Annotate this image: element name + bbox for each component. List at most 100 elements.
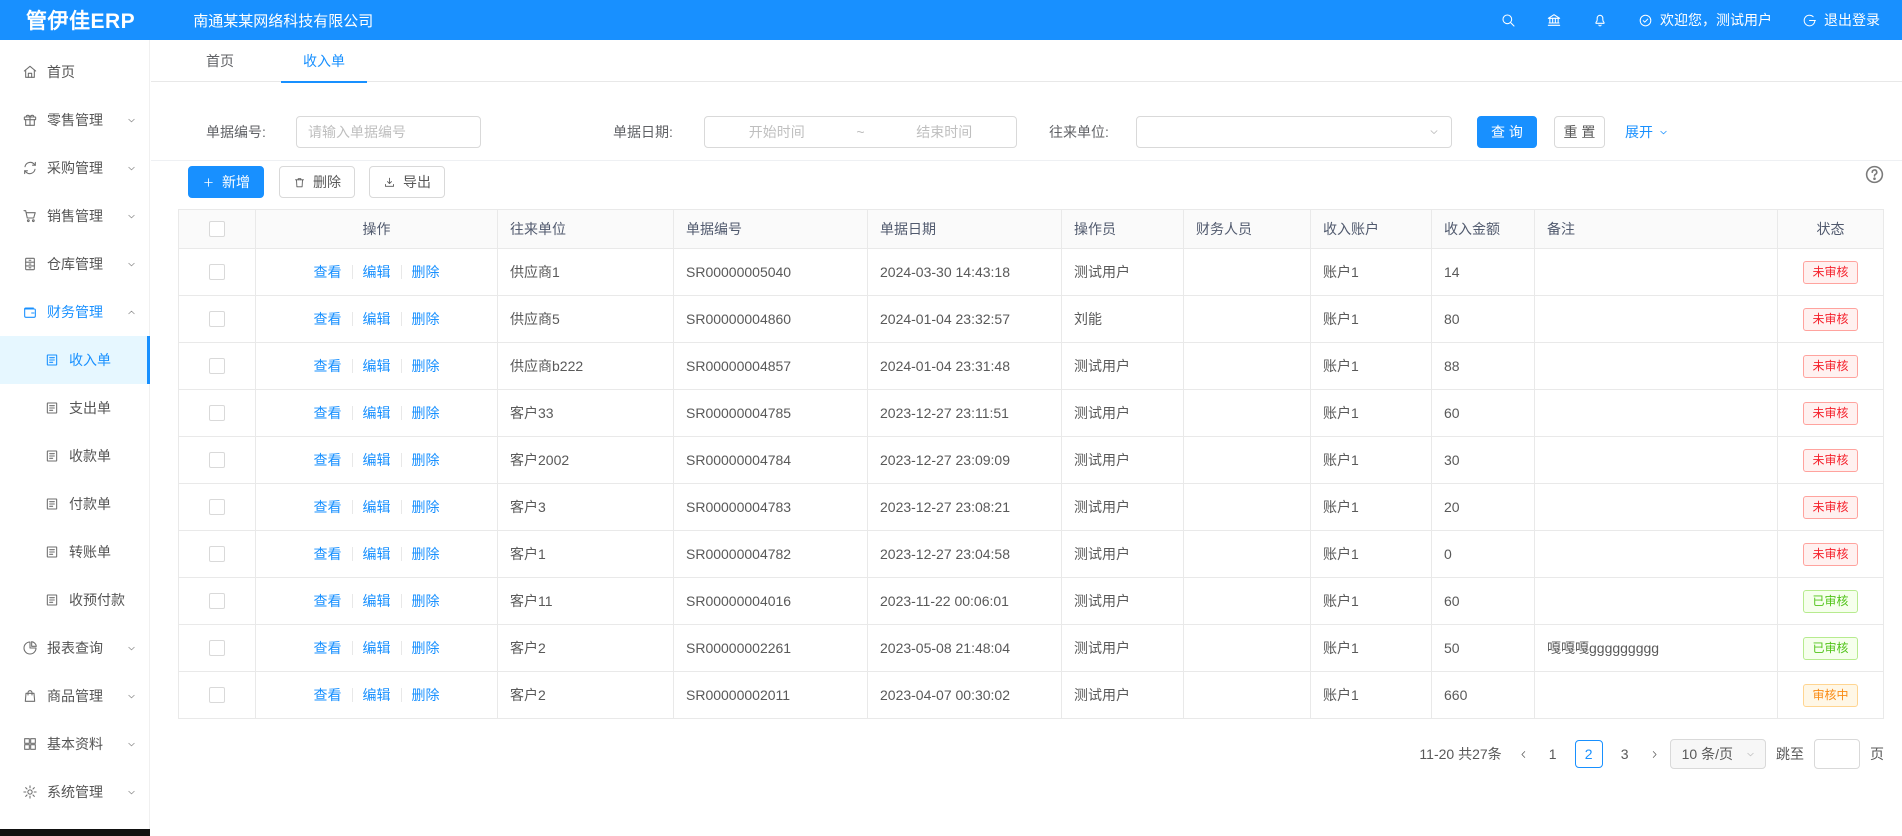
row-action-删除[interactable]: 删除: [412, 544, 440, 564]
row-action-查看[interactable]: 查看: [314, 591, 342, 611]
row-action-删除[interactable]: 删除: [412, 685, 440, 705]
row-action-查看[interactable]: 查看: [314, 544, 342, 564]
row-checkbox[interactable]: [209, 405, 225, 421]
sidebar-item-转账单[interactable]: 转账单: [0, 528, 149, 576]
row-action-编辑[interactable]: 编辑: [363, 309, 391, 329]
action-divider: [352, 453, 353, 467]
logout-button[interactable]: 退出登录: [1802, 10, 1880, 30]
row-action-删除[interactable]: 删除: [412, 309, 440, 329]
cell-remark: [1535, 672, 1778, 718]
row-action-查看[interactable]: 查看: [314, 262, 342, 282]
row-action-编辑[interactable]: 编辑: [363, 262, 391, 282]
page-size-select[interactable]: 10 条/页: [1670, 739, 1766, 769]
bank-icon[interactable]: [1546, 12, 1562, 28]
cell-actions: 查看 编辑 删除: [256, 390, 498, 436]
sidebar-item-销售管理[interactable]: 销售管理: [0, 192, 149, 240]
row-action-编辑[interactable]: 编辑: [363, 638, 391, 658]
sidebar-item-基本资料[interactable]: 基本资料: [0, 720, 149, 768]
sidebar-item-财务管理[interactable]: 财务管理: [0, 288, 149, 336]
row-checkbox[interactable]: [209, 640, 225, 656]
page-button-2[interactable]: 2: [1575, 740, 1603, 768]
cell-finance-staff: [1184, 390, 1311, 436]
sync-icon: [22, 160, 38, 176]
tab-income-bill[interactable]: 收入单: [281, 40, 367, 82]
bill-no-input[interactable]: 请输入单据编号: [296, 116, 481, 148]
sidebar-item-付款单[interactable]: 付款单: [0, 480, 149, 528]
row-action-删除[interactable]: 删除: [412, 638, 440, 658]
sidebar-item-收预付款[interactable]: 收预付款: [0, 576, 149, 624]
row-checkbox[interactable]: [209, 311, 225, 327]
cell-finance-staff: [1184, 484, 1311, 530]
status-badge: 已审核: [1803, 590, 1857, 613]
sidebar-item-收入单[interactable]: 收入单: [0, 336, 149, 384]
date-range-input[interactable]: 开始时间 ~ 结束时间: [704, 116, 1017, 148]
row-action-删除[interactable]: 删除: [412, 356, 440, 376]
jump-page-input[interactable]: [1814, 739, 1860, 769]
notification-bell-icon[interactable]: [1592, 12, 1608, 28]
tab-home[interactable]: 首页: [184, 40, 256, 82]
page-button-3[interactable]: 3: [1611, 740, 1639, 768]
prev-page-button[interactable]: [1518, 749, 1529, 760]
row-action-删除[interactable]: 删除: [412, 450, 440, 470]
select-all-checkbox[interactable]: [209, 221, 225, 237]
table-row: 查看编辑删除供应商1SR000000050402024-03-30 14:43:…: [179, 249, 1883, 296]
row-action-编辑[interactable]: 编辑: [363, 403, 391, 423]
sidebar-item-商品管理[interactable]: 商品管理: [0, 672, 149, 720]
row-action-删除[interactable]: 删除: [412, 262, 440, 282]
row-action-删除[interactable]: 删除: [412, 403, 440, 423]
cell-actions: 查看 编辑 删除: [256, 625, 498, 671]
cell-partner: 供应商b222: [498, 343, 674, 389]
partner-select[interactable]: [1136, 116, 1452, 148]
row-action-查看[interactable]: 查看: [314, 403, 342, 423]
user-welcome[interactable]: 欢迎您，测试用户: [1638, 10, 1772, 30]
row-checkbox[interactable]: [209, 499, 225, 515]
action-divider: [352, 312, 353, 326]
expand-link[interactable]: 展开: [1625, 116, 1669, 148]
col-account: 收入账户: [1311, 210, 1432, 248]
row-action-编辑[interactable]: 编辑: [363, 685, 391, 705]
sidebar-item-零售管理[interactable]: 零售管理: [0, 96, 149, 144]
row-action-编辑[interactable]: 编辑: [363, 497, 391, 517]
sidebar-item-首页[interactable]: 首页: [0, 48, 149, 96]
row-action-编辑[interactable]: 编辑: [363, 450, 391, 470]
sidebar-item-采购管理[interactable]: 采购管理: [0, 144, 149, 192]
row-action-删除[interactable]: 删除: [412, 591, 440, 611]
row-action-查看[interactable]: 查看: [314, 450, 342, 470]
cell-operator: 测试用户: [1062, 578, 1184, 624]
help-icon[interactable]: [1864, 164, 1885, 185]
row-checkbox[interactable]: [209, 593, 225, 609]
search-icon[interactable]: [1500, 12, 1516, 28]
row-checkbox[interactable]: [209, 358, 225, 374]
row-action-编辑[interactable]: 编辑: [363, 544, 391, 564]
next-page-button[interactable]: [1649, 749, 1660, 760]
trash-icon: [293, 176, 306, 189]
row-action-查看[interactable]: 查看: [314, 309, 342, 329]
row-checkbox[interactable]: [209, 452, 225, 468]
sidebar-item-报表查询[interactable]: 报表查询: [0, 624, 149, 672]
row-action-查看[interactable]: 查看: [314, 356, 342, 376]
row-checkbox[interactable]: [209, 264, 225, 280]
row-action-查看[interactable]: 查看: [314, 497, 342, 517]
row-action-查看[interactable]: 查看: [314, 638, 342, 658]
delete-button[interactable]: 删除: [279, 166, 355, 198]
row-checkbox[interactable]: [209, 546, 225, 562]
add-button[interactable]: 新增: [188, 166, 264, 198]
sidebar-item-仓库管理[interactable]: 仓库管理: [0, 240, 149, 288]
logout-icon: [1802, 13, 1817, 28]
export-button[interactable]: 导出: [369, 166, 445, 198]
row-action-编辑[interactable]: 编辑: [363, 591, 391, 611]
sidebar-item-收款单[interactable]: 收款单: [0, 432, 149, 480]
row-checkbox[interactable]: [209, 687, 225, 703]
sidebar-item-支出单[interactable]: 支出单: [0, 384, 149, 432]
row-action-编辑[interactable]: 编辑: [363, 356, 391, 376]
reset-button[interactable]: 重 置: [1554, 116, 1605, 148]
row-action-查看[interactable]: 查看: [314, 685, 342, 705]
row-action-删除[interactable]: 删除: [412, 497, 440, 517]
search-button[interactable]: 查 询: [1477, 116, 1537, 148]
cell-bill-date: 2023-04-07 00:30:02: [868, 672, 1062, 718]
page-button-1[interactable]: 1: [1539, 740, 1567, 768]
toolbar: 新增 删除 导出: [151, 166, 1902, 198]
sidebar-item-系统管理[interactable]: 系统管理: [0, 768, 149, 816]
cell-amount: 14: [1432, 249, 1535, 295]
table-row: 查看编辑删除供应商5SR000000048602024-01-04 23:32:…: [179, 296, 1883, 343]
